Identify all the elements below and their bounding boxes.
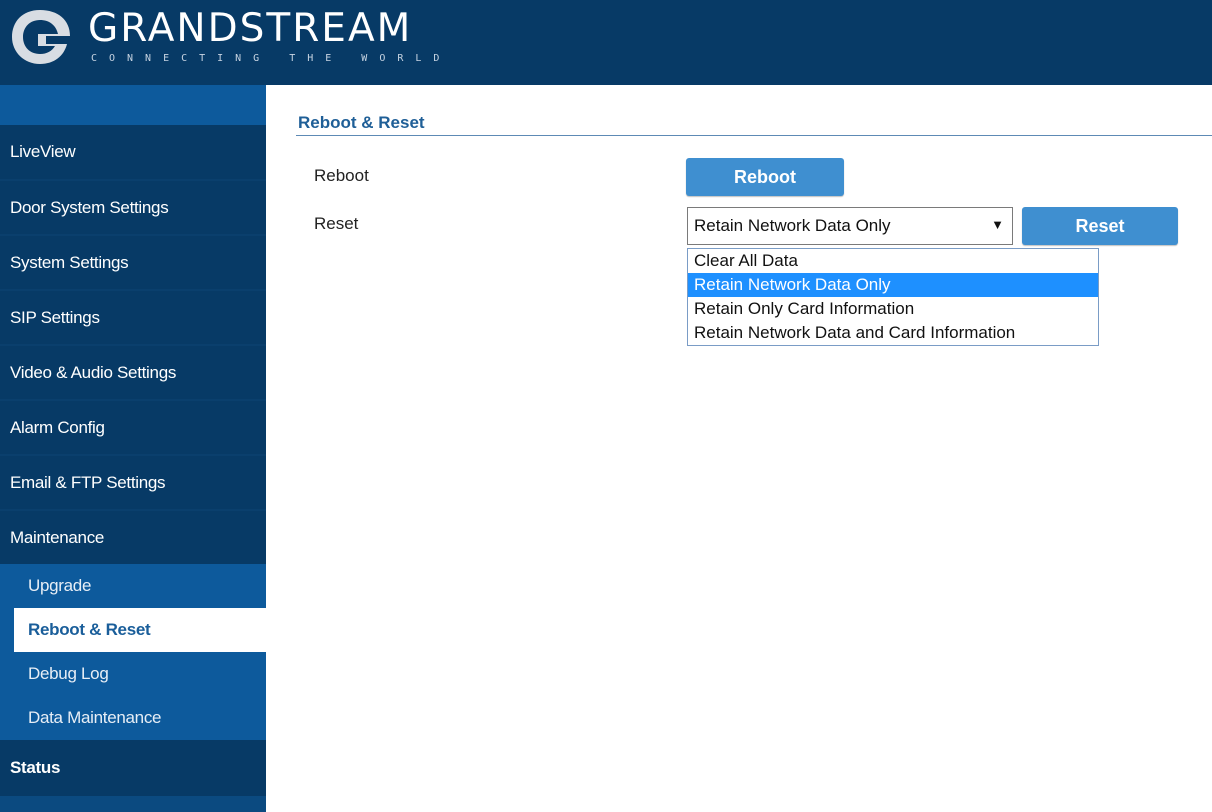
option-clear-all-data[interactable]: Clear All Data [688, 249, 1098, 273]
sidebar-item-alarm-config[interactable]: Alarm Config [0, 399, 266, 454]
reset-label: Reset [314, 214, 359, 233]
reboot-label: Reboot [314, 166, 369, 185]
maintenance-submenu: Upgrade Reboot & Reset Debug Log Data Ma… [0, 564, 266, 740]
header-bar: GRANDSTREAM CONNECTING THE WORLD [0, 0, 1212, 85]
option-retain-only-card-information[interactable]: Retain Only Card Information [688, 297, 1098, 321]
reset-mode-select[interactable]: Retain Network Data Only ▼ [687, 207, 1013, 245]
sidebar-item-door-system-settings[interactable]: Door System Settings [0, 179, 266, 234]
sidebar: LiveView Door System Settings System Set… [0, 85, 266, 812]
grandstream-logo-icon [12, 10, 70, 64]
sidebar-item-video-audio-settings[interactable]: Video & Audio Settings [0, 344, 266, 399]
subitem-reboot-reset[interactable]: Reboot & Reset [14, 608, 266, 652]
sidebar-item-system-settings[interactable]: System Settings [0, 234, 266, 289]
brand-tagline: CONNECTING THE WORLD [91, 53, 452, 64]
page-title: Reboot & Reset [298, 113, 425, 132]
subitem-data-maintenance[interactable]: Data Maintenance [0, 696, 266, 740]
subitem-debug-log[interactable]: Debug Log [0, 652, 266, 696]
sidebar-item-liveview[interactable]: LiveView [0, 125, 266, 179]
sidebar-item-maintenance[interactable]: Maintenance [0, 509, 266, 564]
dropdown-arrow-icon: ▼ [991, 217, 1004, 232]
reset-mode-dropdown-list: Clear All Data Retain Network Data Only … [687, 248, 1099, 346]
main-content: Reboot & Reset Reboot Reboot Reset Retai… [266, 85, 1212, 812]
option-retain-network-and-card-information[interactable]: Retain Network Data and Card Information [688, 321, 1098, 345]
sidebar-item-sip-settings[interactable]: SIP Settings [0, 289, 266, 344]
reset-mode-select-value: Retain Network Data Only [694, 216, 891, 235]
option-retain-network-data-only[interactable]: Retain Network Data Only [688, 273, 1098, 297]
brand-name: GRANDSTREAM [88, 6, 413, 51]
title-divider [296, 135, 1212, 136]
subitem-upgrade[interactable]: Upgrade [0, 564, 266, 608]
sidebar-item-status[interactable]: Status [0, 740, 266, 796]
reboot-button[interactable]: Reboot [686, 158, 844, 196]
sidebar-item-email-ftp-settings[interactable]: Email & FTP Settings [0, 454, 266, 509]
reset-button[interactable]: Reset [1022, 207, 1178, 245]
sidebar-top-band [0, 85, 266, 125]
